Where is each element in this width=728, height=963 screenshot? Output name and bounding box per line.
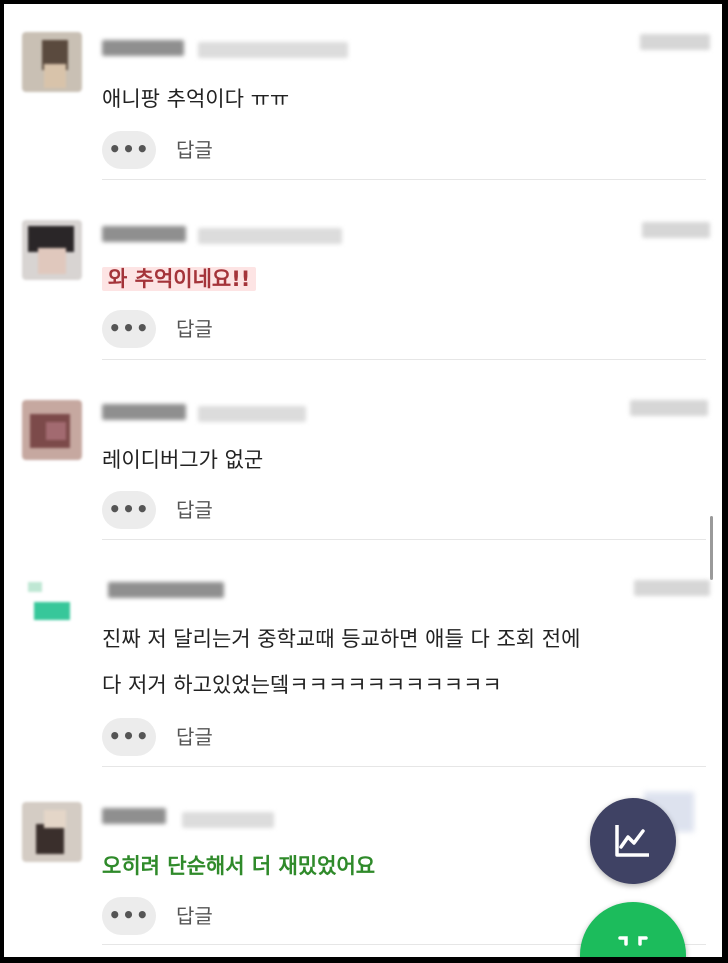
author-meta: [182, 812, 274, 828]
highlighted-text: 와 추억이네요!!: [102, 267, 257, 291]
author-name[interactable]: [102, 808, 166, 824]
comment-text: 레이디버그가 없군: [102, 448, 264, 472]
comment-time: [634, 580, 710, 596]
collapse-button[interactable]: [580, 902, 686, 957]
avatar[interactable]: [22, 576, 82, 636]
more-options-button[interactable]: •••: [102, 897, 156, 935]
comment-time: [640, 34, 710, 50]
avatar[interactable]: [22, 220, 82, 280]
author-name[interactable]: [102, 40, 184, 56]
author-meta: [198, 228, 342, 244]
avatar[interactable]: [22, 400, 82, 460]
trending-chart-icon: [615, 825, 649, 857]
reply-button[interactable]: 답글: [176, 131, 213, 169]
scrollbar[interactable]: [710, 516, 713, 580]
author-name[interactable]: [102, 404, 186, 420]
divider: [102, 766, 706, 767]
more-options-button[interactable]: •••: [102, 310, 156, 348]
comment-list: 애니팡 추억이다 ㅠㅠ ••• 답글 와 추억이네요!! ••• 답글 레이디버…: [4, 4, 722, 957]
trending-chart-button[interactable]: [590, 798, 676, 884]
comment-time: [630, 400, 708, 416]
divider: [102, 539, 706, 540]
comment-text-line-2: 다 저거 하고있었는뎈ㅋㅋㅋㅋㅋㅋㅋㅋㅋㅋㅋ: [102, 673, 502, 697]
collapse-icon: [618, 936, 648, 946]
divider: [102, 179, 706, 180]
author-name[interactable]: [108, 582, 224, 598]
divider: [102, 359, 706, 360]
more-options-button[interactable]: •••: [102, 491, 156, 529]
more-options-button[interactable]: •••: [102, 131, 156, 169]
green-text: 오히려 단순해서 더 재밌었어요: [102, 854, 376, 878]
more-options-button[interactable]: •••: [102, 718, 156, 756]
reply-button[interactable]: 답글: [176, 718, 213, 756]
author-name[interactable]: [102, 226, 186, 242]
reply-button[interactable]: 답글: [176, 897, 213, 935]
avatar[interactable]: [22, 802, 82, 862]
avatar[interactable]: [22, 32, 82, 92]
comment-time: [642, 222, 710, 238]
author-meta: [198, 42, 348, 58]
reply-button[interactable]: 답글: [176, 491, 213, 529]
author-meta: [198, 406, 306, 422]
comment-text: 와 추억이네요!!: [102, 260, 702, 298]
comment-text: 애니팡 추억이다 ㅠㅠ: [102, 87, 290, 111]
reply-button[interactable]: 답글: [176, 310, 213, 348]
comment-text-line-1: 진짜 저 달리는거 중학교때 등교하면 애들 다 조회 전에: [102, 627, 581, 651]
